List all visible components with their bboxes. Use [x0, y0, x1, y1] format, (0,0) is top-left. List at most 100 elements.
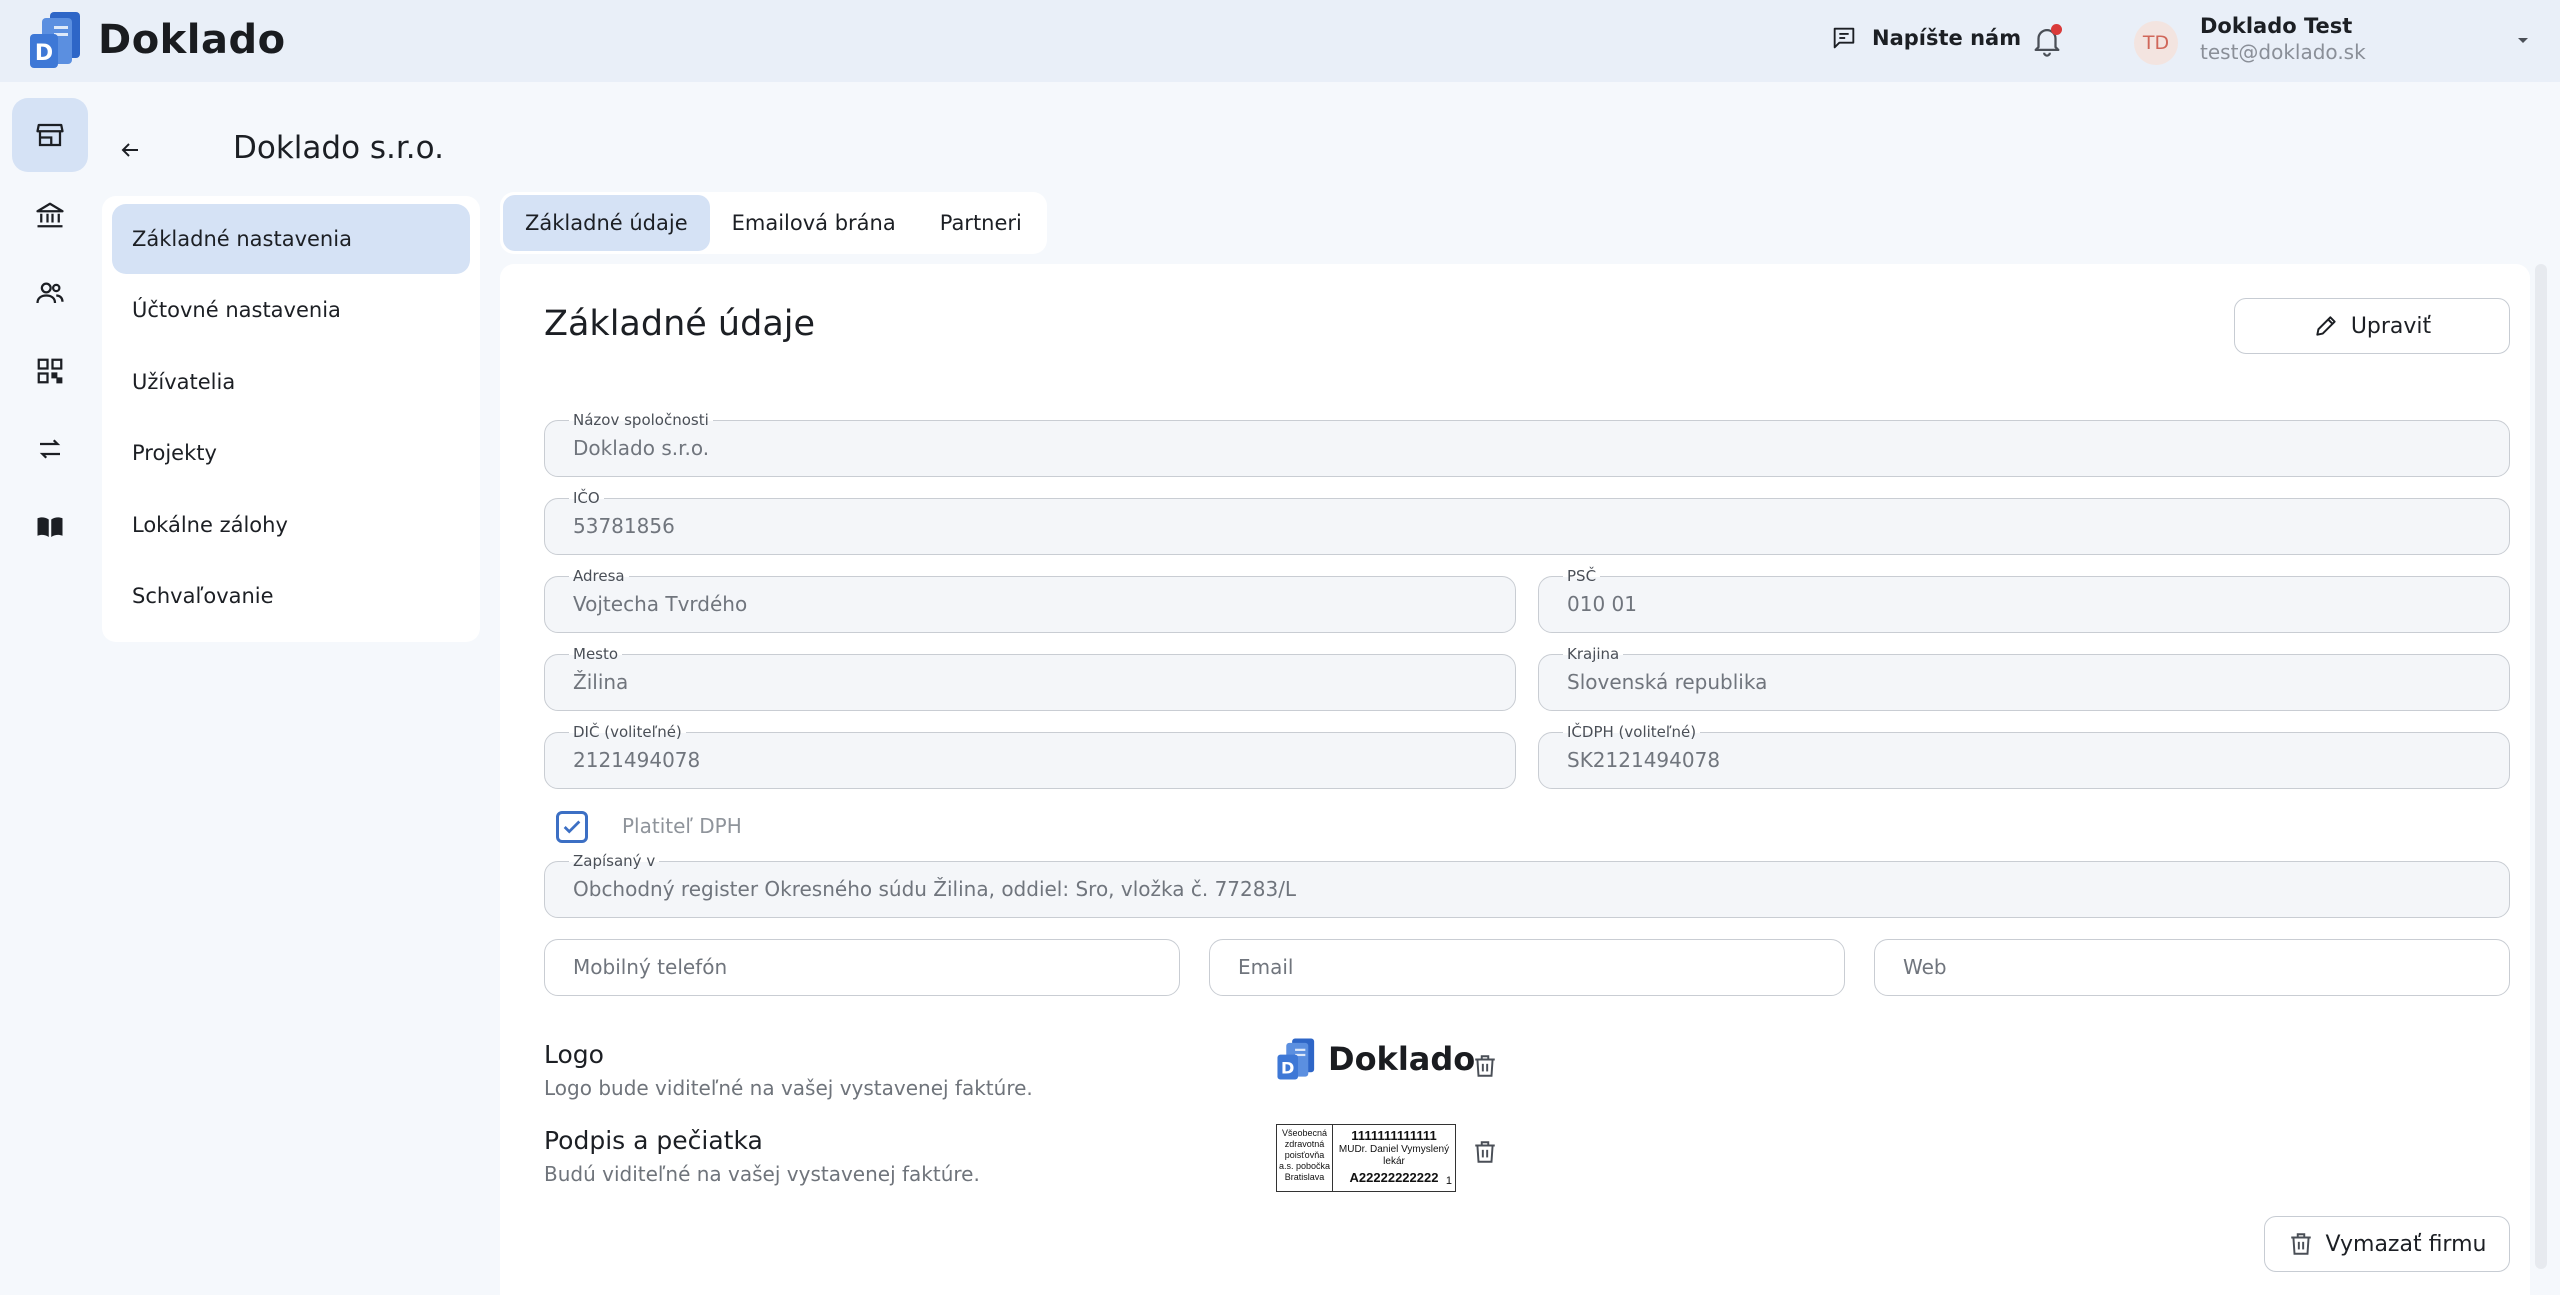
contact-button[interactable]: Napíšte nám [1830, 24, 2021, 52]
tab-email-gateway[interactable]: Emailová brána [710, 195, 918, 251]
ico-field[interactable]: IČO 53781856 [544, 489, 2510, 555]
back-button[interactable] [118, 138, 142, 166]
logo-description: Logo bude viditeľné na vašej vystavenej … [544, 1076, 1033, 1100]
caret-down-icon[interactable] [2515, 34, 2531, 46]
registered-label: Zapísaný v [569, 852, 660, 870]
book-icon [37, 517, 63, 537]
vat-payer-checkbox[interactable] [556, 811, 588, 843]
chat-icon [1833, 27, 1855, 49]
tab-partners[interactable]: Partneri [918, 195, 1044, 251]
vat-payer-label: Platiteľ DPH [622, 814, 742, 838]
web-placeholder: Web [1903, 955, 1947, 979]
rail-item-qr[interactable] [12, 334, 88, 408]
stamp-body: 1111111111111 MUDr. Daniel Vymyslený lek… [1333, 1125, 1455, 1191]
company-details-card: Základné údaje Upraviť Názov spoločnosti… [500, 264, 2530, 1295]
stamp-one: 1 [1445, 1175, 1452, 1187]
logo-title: Logo [544, 1040, 604, 1069]
brand[interactable]: D Doklado [28, 10, 286, 70]
left-rail [0, 82, 100, 1295]
address-label: Adresa [569, 567, 629, 585]
country-field[interactable]: Krajina Slovenská republika [1538, 645, 2510, 711]
tab-basic-info[interactable]: Základné údaje [503, 195, 710, 251]
dic-value: 2121494078 [573, 748, 701, 772]
svg-text:D: D [35, 41, 53, 66]
phone-input[interactable]: Mobilný telefón [544, 939, 1180, 996]
delete-company-label: Vymazať firmu [2325, 1231, 2487, 1257]
rail-item-book[interactable] [12, 490, 88, 564]
signature-title: Podpis a pečiatka [544, 1126, 763, 1155]
company-name-value: Doklado s.r.o. [573, 436, 710, 460]
bank-icon [36, 202, 64, 228]
country-label: Krajina [1563, 645, 1624, 663]
menu-item-accounting-settings[interactable]: Účtovné nastavenia [112, 275, 470, 345]
zip-label: PSČ [1563, 567, 1601, 585]
section-title: Základné údaje [544, 304, 816, 344]
doklado-logo-icon: D [1277, 1038, 1315, 1080]
page-title: Doklado s.r.o. [233, 130, 444, 166]
notifications-button[interactable] [2030, 22, 2064, 58]
signature-stamp-preview: Všeobecná zdravotná poisťovňa a.s. poboč… [1276, 1124, 1456, 1192]
logo-preview: D Doklado [1276, 1036, 1475, 1082]
edit-button[interactable]: Upraviť [2234, 298, 2510, 354]
edit-label: Upraviť [2350, 313, 2432, 339]
signature-description: Budú viditeľné na vašej vystavenej faktú… [544, 1162, 980, 1186]
rail-item-users[interactable] [12, 256, 88, 330]
city-field[interactable]: Mesto Žilina [544, 645, 1516, 711]
rail-item-bank[interactable] [12, 178, 88, 252]
delete-company-button[interactable]: Vymazať firmu [2264, 1216, 2510, 1272]
brand-name: Doklado [98, 17, 286, 63]
doklado-logo-icon: D [30, 12, 80, 68]
menu-item-users[interactable]: Užívatelia [112, 347, 470, 417]
stamp-doctor: MUDr. Daniel Vymyslený lekár [1338, 1144, 1450, 1167]
menu-item-projects[interactable]: Projekty [112, 418, 470, 488]
contact-label: Napíšte nám [1872, 26, 2022, 50]
arrow-left-icon [121, 143, 138, 157]
svg-text:D: D [1281, 1059, 1294, 1078]
stamp-insurer: Všeobecná zdravotná poisťovňa a.s. poboč… [1277, 1125, 1333, 1191]
company-name-field[interactable]: Názov spoločnosti Doklado s.r.o. [544, 411, 2510, 477]
stamp-number: 1111111111111 [1351, 1128, 1437, 1143]
rail-item-transfers[interactable] [12, 412, 88, 486]
user-name: Doklado Test [2200, 14, 2353, 38]
company-name-label: Názov spoločnosti [569, 411, 713, 429]
dic-label: DIČ (voliteľné) [569, 723, 686, 741]
notification-dot [2051, 24, 2062, 35]
ico-label: IČO [569, 489, 604, 507]
email-input[interactable]: Email [1209, 939, 1845, 996]
avatar[interactable]: TD [2134, 21, 2178, 65]
scrollbar[interactable] [2535, 264, 2547, 1269]
stamp-code: A22222222222 [1349, 1170, 1439, 1185]
menu-item-local-backups[interactable]: Lokálne zálohy [112, 490, 470, 560]
phone-placeholder: Mobilný telefón [573, 955, 728, 979]
zip-value: 010 01 [1567, 592, 1637, 616]
qr-code-icon [37, 358, 63, 384]
delete-signature-icon[interactable] [1472, 1138, 1498, 1166]
pencil-icon [2316, 316, 2336, 336]
country-value: Slovenská republika [1567, 670, 1768, 694]
menu-item-basic-settings[interactable]: Základné nastavenia [112, 204, 470, 274]
rail-item-company[interactable] [12, 98, 88, 172]
tab-bar: Základné údaje Emailová brána Partneri [500, 192, 1047, 254]
dic-field[interactable]: DIČ (voliteľné) 2121494078 [544, 723, 1516, 789]
icdph-field[interactable]: IČDPH (voliteľné) SK2121494078 [1538, 723, 2510, 789]
icdph-value: SK2121494078 [1567, 748, 1721, 772]
logo-preview-text: Doklado [1328, 1040, 1476, 1078]
delete-logo-icon[interactable] [1472, 1052, 1498, 1080]
top-bar: D Doklado Napíšte nám TD Doklado Test te… [0, 0, 2560, 82]
web-input[interactable]: Web [1874, 939, 2510, 996]
settings-menu: Základné nastavenia Účtovné nastavenia U… [102, 196, 480, 642]
trash-icon [2290, 1233, 2311, 1255]
registered-field[interactable]: Zapísaný v Obchodný register Okresného s… [544, 852, 2510, 918]
users-icon [36, 282, 64, 304]
registered-value: Obchodný register Okresného súdu Žilina,… [573, 877, 1297, 901]
checkmark-icon [563, 820, 581, 834]
ico-value: 53781856 [573, 514, 675, 538]
user-email: test@doklado.sk [2200, 40, 2366, 64]
city-label: Mesto [569, 645, 623, 663]
email-placeholder: Email [1238, 955, 1294, 979]
user-menu[interactable]: Doklado Test test@doklado.sk [2200, 14, 2366, 64]
menu-item-approval[interactable]: Schvaľovanie [112, 561, 470, 631]
zip-field[interactable]: PSČ 010 01 [1538, 567, 2510, 633]
address-field[interactable]: Adresa Vojtecha Tvrdého [544, 567, 1516, 633]
icdph-label: IČDPH (voliteľné) [1563, 723, 1701, 741]
